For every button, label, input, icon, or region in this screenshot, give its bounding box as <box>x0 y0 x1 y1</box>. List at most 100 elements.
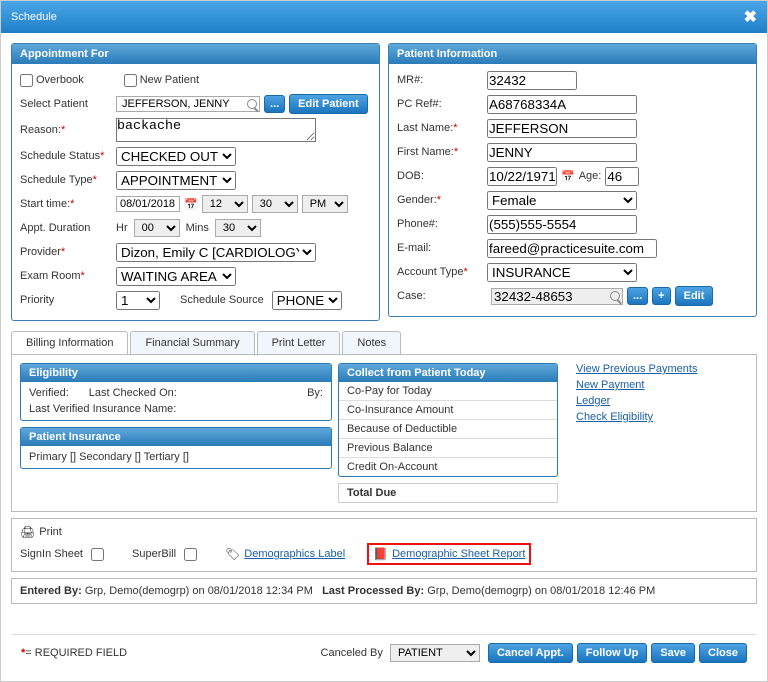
start-ampm-select[interactable]: PM <box>302 195 348 213</box>
schedule-type-select[interactable]: APPOINTMENT <box>116 171 236 190</box>
duration-min-select[interactable]: 30 <box>215 219 261 237</box>
last-checked-label: Last Checked On: <box>89 387 177 399</box>
start-min-select[interactable]: 30 <box>252 195 298 213</box>
signin-sheet-label: SignIn Sheet <box>20 548 83 560</box>
canceled-by-select[interactable]: PATIENT <box>390 644 480 662</box>
demographic-sheet-report-link[interactable]: Demographic Sheet Report <box>392 548 525 560</box>
dob-input[interactable] <box>487 167 557 186</box>
case-label: Case: <box>397 290 487 302</box>
overbook-checkbox[interactable] <box>20 74 33 87</box>
age-input <box>605 167 639 186</box>
required-field-note: = REQUIRED FIELD <box>25 647 127 659</box>
account-type-label: Account Type <box>397 266 463 278</box>
schedule-status-select[interactable]: CHECKED OUT <box>116 147 236 166</box>
last-processed-label: Last Processed By: <box>322 585 424 597</box>
mr-label: MR#: <box>397 74 487 86</box>
calendar-icon[interactable] <box>561 170 575 183</box>
verified-label: Verified: <box>29 387 69 399</box>
copay-label: Co-Pay for Today <box>339 382 557 401</box>
close-icon[interactable]: ✖ <box>744 7 757 27</box>
schedule-source-label: Schedule Source <box>180 294 264 306</box>
schedule-type-label: Schedule Type <box>20 174 93 186</box>
first-name-label: First Name: <box>397 146 454 158</box>
tab-notes[interactable]: Notes <box>342 331 401 354</box>
hr-label: Hr <box>116 222 128 234</box>
email-input[interactable] <box>487 239 657 258</box>
case-lookup-button[interactable]: ... <box>627 287 648 305</box>
check-eligibility-link[interactable]: Check Eligibility <box>576 411 748 423</box>
dob-label: DOB: <box>397 170 487 182</box>
select-patient-label: Select Patient <box>20 98 116 110</box>
schedule-source-select[interactable]: PHONE <box>272 291 342 310</box>
last-processed-value: Grp, Demo(demogrp) on 08/01/2018 12:46 P… <box>427 585 655 597</box>
mr-input[interactable] <box>487 71 577 90</box>
edit-patient-button[interactable]: Edit Patient <box>289 94 368 114</box>
start-date-input[interactable] <box>116 196 180 212</box>
insurance-line: Primary [] Secondary [] Tertiary [] <box>21 446 331 468</box>
print-label: Print <box>39 526 62 538</box>
close-button[interactable]: Close <box>699 643 747 663</box>
prev-balance-label: Previous Balance <box>339 439 557 458</box>
gender-label: Gender: <box>397 194 437 206</box>
tag-icon <box>225 547 240 561</box>
total-due-label: Total Due <box>338 483 558 503</box>
reason-label: Reason: <box>20 124 61 136</box>
overbook-label: Overbook <box>36 74 84 86</box>
save-button[interactable]: Save <box>651 643 695 663</box>
entered-by-value: Grp, Demo(demogrp) on 08/01/2018 12:34 P… <box>85 585 313 597</box>
gender-select[interactable]: Female <box>487 191 637 210</box>
superbill-checkbox[interactable] <box>184 548 197 561</box>
canceled-by-label: Canceled By <box>321 647 383 659</box>
priority-select[interactable]: 1 <box>116 291 160 310</box>
credit-label: Credit On-Account <box>339 458 557 476</box>
duration-hr-select[interactable]: 00 <box>134 219 180 237</box>
by-label: By: <box>307 387 323 399</box>
phone-label: Phone#: <box>397 218 487 230</box>
view-previous-payments-link[interactable]: View Previous Payments <box>576 363 748 375</box>
exam-room-label: Exam Room <box>20 270 81 282</box>
new-patient-checkbox[interactable] <box>124 74 137 87</box>
deductible-label: Because of Deductible <box>339 420 557 439</box>
first-name-input[interactable] <box>487 143 637 162</box>
superbill-label: SuperBill <box>132 548 176 560</box>
provider-select[interactable]: Dizon, Emily C [CARDIOLOGY] <box>116 243 316 262</box>
eligibility-heading: Eligibility <box>21 364 331 382</box>
add-case-button[interactable]: + <box>652 287 670 305</box>
pcref-label: PC Ref#: <box>397 98 487 110</box>
calendar-icon[interactable] <box>184 198 198 211</box>
ledger-link[interactable]: Ledger <box>576 395 748 407</box>
patient-info-heading: Patient Information <box>389 44 756 64</box>
case-input[interactable] <box>494 289 610 304</box>
tab-financial[interactable]: Financial Summary <box>130 331 254 354</box>
patient-insurance-heading: Patient Insurance <box>21 428 331 446</box>
duration-label: Appt. Duration <box>20 222 116 234</box>
signin-sheet-checkbox[interactable] <box>91 548 104 561</box>
last-name-input[interactable] <box>487 119 637 138</box>
select-patient-input[interactable] <box>119 97 247 111</box>
tab-print-letter[interactable]: Print Letter <box>257 331 341 354</box>
follow-up-button[interactable]: Follow Up <box>577 643 648 663</box>
demographic-sheet-highlight: Demographic Sheet Report <box>367 543 531 565</box>
appointment-for-heading: Appointment For <box>12 44 379 64</box>
edit-case-button[interactable]: Edit <box>675 286 714 306</box>
new-payment-link[interactable]: New Payment <box>576 379 748 391</box>
search-icon[interactable] <box>247 99 257 109</box>
pcref-input[interactable] <box>487 95 637 114</box>
priority-label: Priority <box>20 294 116 306</box>
tab-billing[interactable]: Billing Information <box>11 331 128 354</box>
age-label: Age: <box>579 170 602 182</box>
cancel-appt-button[interactable]: Cancel Appt. <box>488 643 573 663</box>
search-icon[interactable] <box>610 291 620 301</box>
start-hour-select[interactable]: 12 <box>202 195 248 213</box>
entered-by-label: Entered By: <box>20 585 82 597</box>
collect-heading: Collect from Patient Today <box>339 364 557 382</box>
exam-room-select[interactable]: WAITING AREA <box>116 267 236 286</box>
coins-label: Co-Insurance Amount <box>339 401 557 420</box>
reason-input[interactable]: backache <box>116 118 316 142</box>
phone-input[interactable] <box>487 215 637 234</box>
printer-icon <box>20 525 35 539</box>
account-type-select[interactable]: INSURANCE <box>487 263 637 282</box>
demographics-label-link[interactable]: Demographics Label <box>244 548 345 560</box>
lookup-button[interactable]: ... <box>264 95 285 113</box>
mins-label: Mins <box>186 222 209 234</box>
